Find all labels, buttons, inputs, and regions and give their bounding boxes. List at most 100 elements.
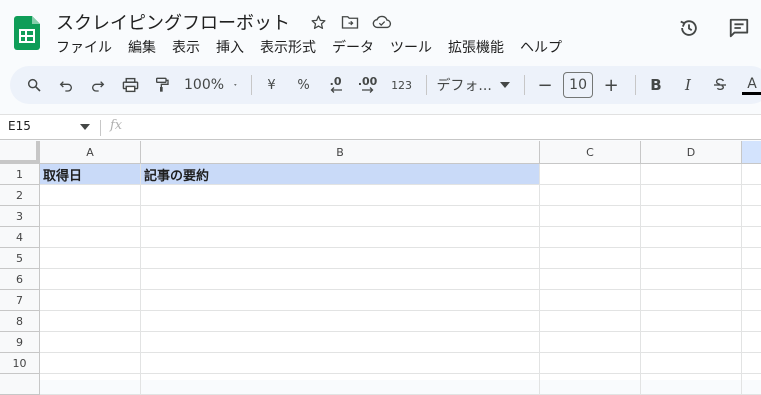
grid-cell[interactable] — [40, 311, 141, 332]
row-header-3[interactable]: 3 — [0, 206, 40, 227]
grid-cell[interactable] — [540, 206, 641, 227]
increase-decimal-button[interactable]: .00 — [354, 71, 382, 99]
grid-cell[interactable] — [40, 353, 141, 374]
grid-cell[interactable] — [641, 227, 742, 248]
menu-view[interactable]: 表示 — [164, 37, 208, 57]
grid-cell[interactable] — [641, 269, 742, 290]
grid-cell[interactable] — [141, 290, 540, 311]
row-header-2[interactable]: 2 — [0, 185, 40, 206]
grid-cell[interactable] — [540, 332, 641, 353]
sheets-logo-icon[interactable] — [14, 16, 40, 50]
grid-cell[interactable] — [641, 206, 742, 227]
grid-cell[interactable] — [540, 248, 641, 269]
menu-extensions[interactable]: 拡張機能 — [440, 37, 512, 57]
print-icon[interactable] — [116, 71, 144, 99]
star-icon[interactable] — [308, 12, 328, 32]
grid-cell[interactable] — [141, 185, 540, 206]
row-header-11[interactable] — [0, 374, 40, 395]
doc-title[interactable]: スクレイピングフローボット — [56, 9, 290, 35]
grid-cell[interactable] — [141, 248, 540, 269]
zoom-select[interactable]: 100% — [180, 71, 241, 99]
italic-button[interactable]: I — [674, 71, 702, 99]
grid-cell[interactable] — [540, 374, 641, 395]
grid-cell[interactable] — [40, 185, 141, 206]
grid-cell[interactable] — [540, 227, 641, 248]
grid-cell[interactable] — [742, 164, 761, 185]
grid-cell[interactable] — [742, 269, 761, 290]
name-box[interactable]: E15 — [8, 119, 90, 133]
grid-cell[interactable] — [40, 269, 141, 290]
grid-cell[interactable] — [641, 311, 742, 332]
grid-cell[interactable] — [540, 311, 641, 332]
grid-cell[interactable] — [540, 269, 641, 290]
row-header-5[interactable]: 5 — [0, 248, 40, 269]
column-header-c[interactable]: C — [540, 141, 641, 164]
grid-cell[interactable] — [641, 353, 742, 374]
column-header-b[interactable]: B — [141, 141, 540, 164]
cloud-saved-icon[interactable] — [372, 12, 392, 32]
row-header-1[interactable]: 1 — [0, 164, 40, 185]
decrease-decimal-button[interactable]: .0 — [322, 71, 350, 99]
grid-cell[interactable] — [742, 206, 761, 227]
grid-cell[interactable] — [40, 227, 141, 248]
text-color-button[interactable]: A — [738, 71, 761, 99]
grid-cell[interactable] — [141, 206, 540, 227]
comments-icon[interactable] — [727, 16, 751, 40]
row-header-10[interactable]: 10 — [0, 353, 40, 374]
menu-help[interactable]: ヘルプ — [512, 37, 570, 57]
grid-cell[interactable] — [40, 374, 141, 395]
undo-icon[interactable] — [52, 71, 80, 99]
grid-cell[interactable] — [141, 353, 540, 374]
grid-cell[interactable] — [742, 248, 761, 269]
percent-format-button[interactable]: % — [290, 71, 318, 99]
menu-data[interactable]: データ — [324, 37, 382, 57]
grid-cell[interactable] — [141, 227, 540, 248]
menu-format[interactable]: 表示形式 — [252, 37, 324, 57]
grid-cell[interactable] — [540, 185, 641, 206]
grid-cell[interactable] — [641, 185, 742, 206]
grid-cell[interactable] — [641, 332, 742, 353]
column-header-a[interactable]: A — [40, 141, 141, 164]
paint-format-icon[interactable] — [148, 71, 176, 99]
increase-font-size-button[interactable]: + — [597, 71, 625, 99]
strikethrough-icon[interactable] — [706, 71, 734, 99]
cell-b1[interactable]: 記事の要約 — [141, 164, 540, 185]
grid-cell[interactable] — [742, 227, 761, 248]
font-size-input[interactable]: 10 — [563, 72, 594, 98]
currency-format-button[interactable]: ¥ — [258, 71, 286, 99]
menu-insert[interactable]: 挿入 — [208, 37, 252, 57]
row-header-6[interactable]: 6 — [0, 269, 40, 290]
grid-cell[interactable] — [540, 353, 641, 374]
grid-cell[interactable] — [40, 248, 141, 269]
menu-file[interactable]: ファイル — [48, 37, 120, 57]
grid-cell[interactable] — [141, 269, 540, 290]
grid-cell[interactable] — [141, 374, 540, 395]
select-all-corner[interactable] — [0, 141, 40, 164]
column-header-d[interactable]: D — [641, 141, 742, 164]
search-menus-icon[interactable] — [20, 71, 48, 99]
grid-cell[interactable] — [141, 311, 540, 332]
grid-cell[interactable] — [742, 353, 761, 374]
grid-cell[interactable] — [742, 374, 761, 395]
grid-cell[interactable] — [540, 290, 641, 311]
row-header-4[interactable]: 4 — [0, 227, 40, 248]
grid-cell[interactable] — [742, 185, 761, 206]
grid-cell[interactable] — [40, 332, 141, 353]
cell-a1[interactable]: 取得日 — [40, 164, 141, 185]
font-family-select[interactable]: デフォ... — [432, 71, 514, 99]
decrease-font-size-button[interactable]: − — [531, 71, 559, 99]
row-header-7[interactable]: 7 — [0, 290, 40, 311]
bold-button[interactable]: B — [642, 71, 670, 99]
move-folder-icon[interactable] — [340, 12, 360, 32]
grid-cell[interactable] — [641, 374, 742, 395]
row-header-8[interactable]: 8 — [0, 311, 40, 332]
grid-cell[interactable] — [641, 248, 742, 269]
menu-tools[interactable]: ツール — [382, 37, 440, 57]
version-history-icon[interactable] — [677, 16, 701, 40]
row-header-9[interactable]: 9 — [0, 332, 40, 353]
grid-cell[interactable] — [40, 290, 141, 311]
grid-cell[interactable] — [540, 164, 641, 185]
menu-edit[interactable]: 編集 — [120, 37, 164, 57]
grid-cell[interactable] — [742, 332, 761, 353]
more-formats-button[interactable]: 123 — [388, 71, 416, 99]
